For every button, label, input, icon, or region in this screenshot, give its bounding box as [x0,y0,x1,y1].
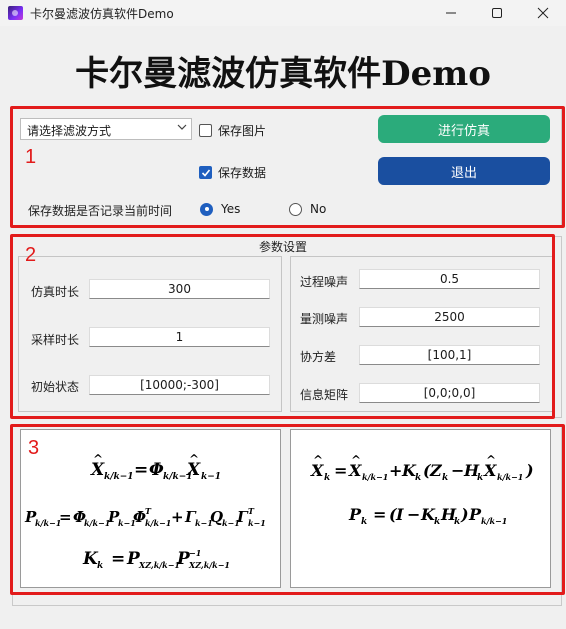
svg-text:XZ,k/k−1: XZ,k/k−1 [138,560,180,570]
save-image-checkbox[interactable]: 保存图片 [199,122,266,139]
radio-no-label: No [310,202,327,216]
radio-yes-label: Yes [221,202,241,216]
record-time-label: 保存数据是否记录当前时间 [28,204,173,218]
prediction-equations-graphic: X ^ k/k−1 = Φ k/k−1 X ^ k−1 P k/k−1 = Φ … [24,452,266,571]
svg-text:k: k [442,473,448,483]
svg-text:−1: −1 [189,548,201,558]
app-icon [8,6,23,20]
svg-text:k: k [361,517,367,527]
filter-select[interactable]: 请选择滤波方式 [20,118,192,140]
svg-text:=: = [134,460,148,480]
save-data-label: 保存数据 [218,166,267,180]
measurement-noise-label: 量测噪声 [300,312,349,326]
svg-text:k/k−1: k/k−1 [84,518,110,528]
save-image-label: 保存图片 [218,124,267,138]
exit-button[interactable]: 退出 [378,157,550,185]
save-data-checkbox[interactable]: 保存数据 [199,164,266,181]
svg-text:^: ^ [486,453,496,467]
svg-text:k: k [415,473,421,483]
svg-text:P: P [468,505,482,524]
svg-text:k: k [97,561,103,571]
minimize-icon[interactable] [428,0,474,26]
info-matrix-input[interactable]: [0,0;0,0] [359,383,540,403]
info-matrix-label: 信息矩阵 [300,388,349,402]
svg-text:P: P [348,505,362,524]
params-group-title: 参数设置 [258,240,307,254]
initial-state-input[interactable]: [10000;-300] [89,375,270,395]
measurement-noise-input[interactable]: 2500 [359,307,540,327]
svg-text:k/k−1: k/k−1 [497,472,523,482]
svg-text:=: = [373,505,386,524]
svg-text:): ) [460,505,469,524]
svg-text:k/k−1: k/k−1 [362,472,388,482]
svg-text:+: + [389,461,402,480]
svg-text:XZ,k/k−1: XZ,k/k−1 [188,560,230,570]
update-equations-graphic: X ^ k = X ^ k/k−1 + K k ( Z k − H k X ^ … [310,453,534,527]
svg-text:k−1: k−1 [201,472,221,482]
svg-text:k: k [477,473,483,483]
radio-no-indicator[interactable] [289,202,302,216]
process-noise-label: 过程噪声 [300,275,349,289]
svg-text:=: = [334,461,347,480]
svg-text:T: T [145,506,152,516]
update-formula-image: X ^ k = X ^ k/k−1 + K k ( Z k − H k X ^ … [290,429,551,588]
svg-text:k−1: k−1 [248,518,266,528]
svg-text:+: + [171,508,184,526]
chevron-down-icon [177,122,187,135]
save-image-box[interactable] [199,124,212,137]
svg-text:k/k−1: k/k−1 [104,472,134,482]
filter-select-value: 请选择滤波方式 [27,124,112,138]
highlight-number-3: 3 [28,437,40,459]
svg-text:−: − [407,505,420,524]
check-icon [201,168,210,177]
prediction-formula-image: X ^ k/k−1 = Φ k/k−1 X ^ k−1 P k/k−1 = Φ … [20,429,281,588]
sample-time-label: 采样时长 [31,333,80,347]
maximize-icon[interactable] [474,0,520,26]
sim-duration-input[interactable]: 300 [89,279,270,299]
svg-text:Z: Z [429,461,443,480]
svg-text:^: ^ [351,453,361,467]
svg-text:=: = [111,549,125,569]
svg-text:k: k [324,473,330,483]
save-data-box[interactable] [199,166,212,179]
svg-text:k: k [454,517,460,527]
svg-text:k/k−1: k/k−1 [145,518,171,528]
title-bar: 卡尔曼滤波仿真软件Demo [0,0,566,26]
svg-text:I: I [395,505,404,524]
sample-time-input[interactable]: 1 [89,327,270,347]
svg-text:^: ^ [93,452,103,466]
svg-text:Φ: Φ [149,460,164,480]
run-simulation-button[interactable]: 进行仿真 [378,115,550,143]
radio-yes-indicator[interactable] [200,202,213,216]
svg-text:^: ^ [313,453,323,467]
svg-text:^: ^ [189,452,199,466]
close-icon[interactable] [520,0,566,26]
svg-text:k/k−1: k/k−1 [35,518,61,528]
highlight-number-2: 2 [25,244,37,266]
svg-text:k: k [434,517,440,527]
svg-text:=: = [59,508,72,526]
covariance-input[interactable]: [100,1] [359,345,540,365]
svg-text:T: T [248,506,255,516]
page-title: 卡尔曼滤波仿真软件Demo [75,54,491,94]
svg-text:−: − [451,461,464,480]
highlight-number-1: 1 [25,146,37,168]
process-noise-input[interactable]: 0.5 [359,269,540,289]
radio-no[interactable]: No [289,202,326,216]
window-title: 卡尔曼滤波仿真软件Demo [30,7,174,21]
initial-state-label: 初始状态 [31,380,80,394]
covariance-label: 协方差 [300,350,337,364]
svg-text:k/k−1: k/k−1 [481,516,507,526]
svg-text:): ) [525,461,534,480]
sim-duration-label: 仿真时长 [31,285,80,299]
radio-yes[interactable]: Yes [200,202,240,216]
